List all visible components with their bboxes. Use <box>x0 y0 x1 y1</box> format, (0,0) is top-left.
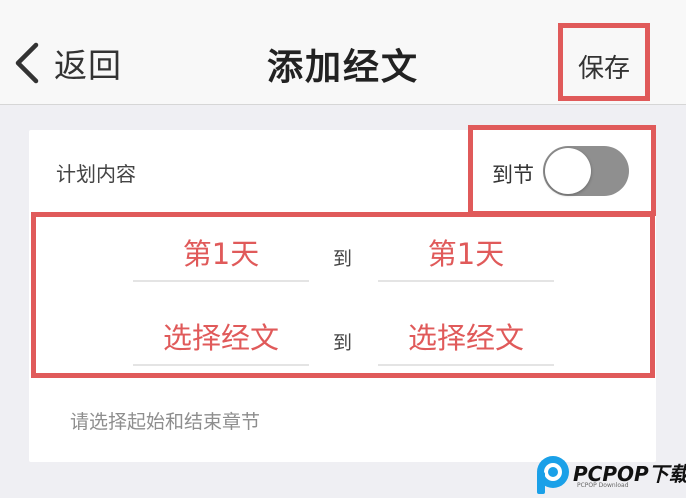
to-label-day: 到 <box>333 248 353 270</box>
start-day-picker[interactable]: 第1天 <box>133 232 309 282</box>
verse-toggle-label: 到节 <box>492 163 534 187</box>
to-label-verse: 到 <box>333 332 353 354</box>
pcpop-watermark: PCPOP下载 PCPOP Download <box>533 452 686 496</box>
watermark-subtext: PCPOP Download <box>577 482 629 489</box>
end-verse-picker[interactable]: 选择经文 <box>378 316 554 366</box>
navigation-bar: 返回 添加经文 保存 <box>0 0 686 105</box>
verse-toggle-switch[interactable] <box>543 146 629 196</box>
save-button[interactable]: 保存 <box>558 23 650 101</box>
plan-content-label: 计划内容 <box>56 162 136 186</box>
switch-knob <box>545 148 591 194</box>
start-verse-picker[interactable]: 选择经文 <box>133 316 309 366</box>
select-chapters-hint: 请选择起始和结束章节 <box>70 411 261 433</box>
end-day-picker[interactable]: 第1天 <box>378 232 554 282</box>
pcpop-logo-icon <box>537 456 569 494</box>
add-scripture-screen: 返回 添加经文 保存 计划内容 到节 第1天 到 第1天 选择经文 到 选择经文… <box>0 0 686 498</box>
